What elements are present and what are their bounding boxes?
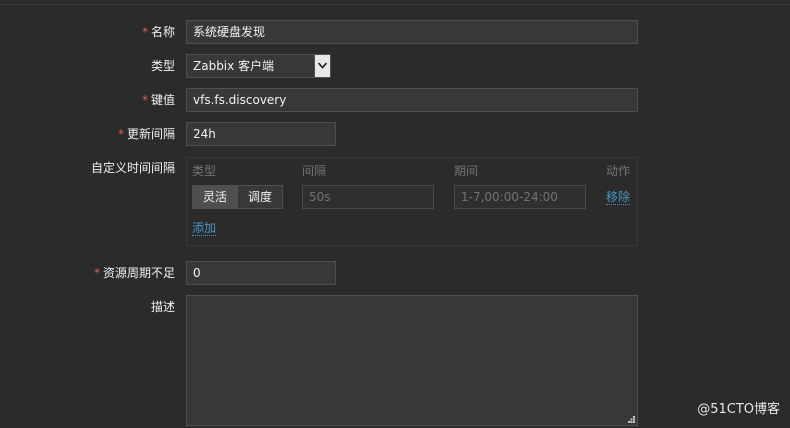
lifetime-input[interactable]: 0 xyxy=(186,261,336,285)
update-interval-input[interactable]: 24h xyxy=(186,122,336,146)
custom-intervals-label: 自定义时间间隔 xyxy=(91,161,175,175)
name-label-text: 名称 xyxy=(150,25,175,39)
type-select-value: Zabbix 客户端 xyxy=(193,59,275,73)
required-marker: * xyxy=(141,25,148,39)
remove-link[interactable]: 移除 xyxy=(606,190,631,205)
required-marker: * xyxy=(117,127,124,141)
lifetime-value: 0 xyxy=(193,266,201,280)
interval-type-toggle: 灵活 调度 xyxy=(192,185,284,209)
flexible-button[interactable]: 灵活 xyxy=(193,186,238,208)
description-label: 描述 xyxy=(151,300,175,314)
top-divider xyxy=(0,4,790,5)
period-placeholder: 1-7,00:00-24:00 xyxy=(461,190,558,204)
description-label-text: 描述 xyxy=(150,300,175,314)
required-marker: * xyxy=(141,93,148,107)
key-value: vfs.fs.discovery xyxy=(193,93,287,107)
name-value: 系统硬盘发现 xyxy=(193,25,266,39)
chevron-down-icon[interactable] xyxy=(314,55,330,77)
type-label: 类型 xyxy=(151,59,175,73)
item-prototype-form: * 名称 系统硬盘发现 类型 Zabbix 客户端 * 键值 vfs.fs.disc… xyxy=(0,0,790,428)
column-header-period: 期间 xyxy=(454,164,479,178)
lifetime-label-text: 资源周期不足 xyxy=(102,266,175,280)
custom-intervals-table: 类型 间隔 期间 动作 灵活 调度 50s 1-7,00:00-24:00 移除… xyxy=(186,157,638,246)
update-interval-label-text: 更新间隔 xyxy=(126,127,175,141)
custom-intervals-label-text: 自定义时间间隔 xyxy=(90,161,175,175)
key-label-text: 键值 xyxy=(150,93,175,107)
update-interval-label: * 更新间隔 xyxy=(118,127,175,141)
column-header-action: 动作 xyxy=(606,164,631,178)
required-marker: * xyxy=(93,266,100,280)
key-input[interactable]: vfs.fs.discovery xyxy=(186,88,638,112)
resize-grip-icon[interactable] xyxy=(628,416,635,423)
interval-input[interactable]: 50s xyxy=(302,185,434,209)
type-label-text: 类型 xyxy=(150,59,175,73)
watermark: @51CTO博客 xyxy=(697,402,780,417)
type-select[interactable]: Zabbix 客户端 xyxy=(186,54,331,78)
name-input[interactable]: 系统硬盘发现 xyxy=(186,20,638,44)
key-label: * 键值 xyxy=(142,93,175,107)
interval-placeholder: 50s xyxy=(309,190,331,204)
description-textarea[interactable] xyxy=(186,295,638,426)
column-header-type: 类型 xyxy=(192,164,217,178)
column-header-interval: 间隔 xyxy=(302,164,327,178)
add-link[interactable]: 添加 xyxy=(192,221,217,236)
update-interval-value: 24h xyxy=(193,127,216,141)
period-input[interactable]: 1-7,00:00-24:00 xyxy=(454,185,586,209)
scheduling-button[interactable]: 调度 xyxy=(237,186,283,208)
name-label: * 名称 xyxy=(142,25,175,39)
lifetime-label: * 资源周期不足 xyxy=(94,266,175,280)
